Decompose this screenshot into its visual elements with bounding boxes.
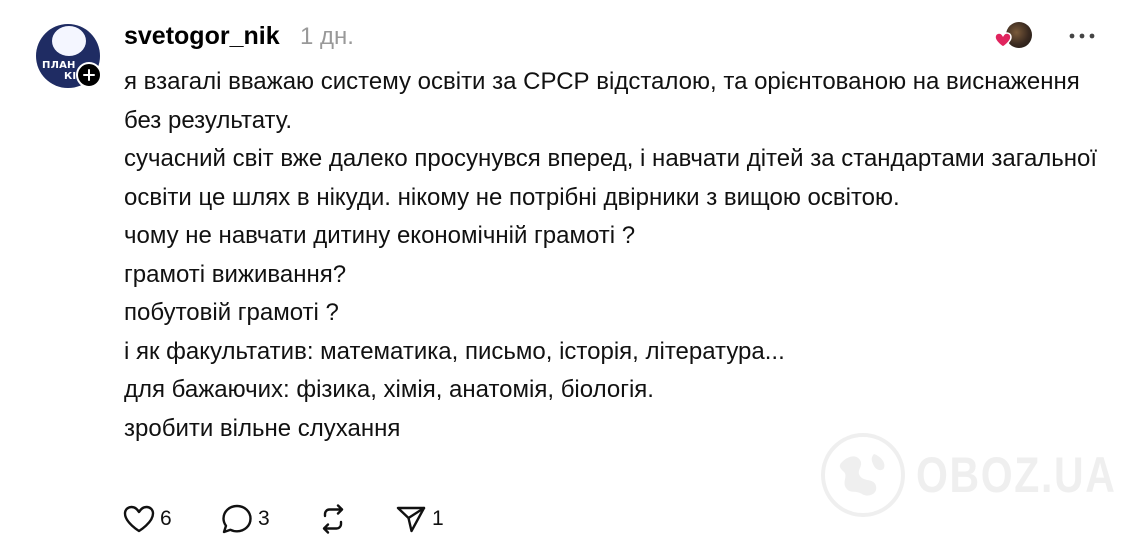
post-paragraph: грамоті виживання?	[124, 260, 347, 288]
heart-icon	[994, 32, 1012, 48]
post-timestamp[interactable]: 1 дн.	[300, 21, 354, 53]
avatar-moon-graphic	[52, 26, 86, 56]
more-horizontal-icon	[1069, 33, 1095, 39]
watermark: OBOZ.UA	[820, 432, 1134, 518]
heart-outline-icon	[123, 505, 155, 533]
liked-by-indicator[interactable]	[994, 22, 1036, 52]
like-button[interactable]: 6	[122, 502, 172, 536]
post-paragraph: побутовій грамоті ?	[124, 299, 339, 326]
post-paragraph: я взагалі вважаю систему освіти за СРСР …	[124, 68, 1080, 134]
reply-button[interactable]: 3	[220, 502, 270, 536]
post-paragraph: і як факультатив: математика, письмо, іс…	[124, 337, 785, 365]
share-count: 1	[432, 507, 444, 530]
share-button[interactable]: 1	[394, 502, 444, 536]
post-paragraph: для бажаючих: фізика, хімія, анатомія, б…	[124, 376, 654, 403]
post-paragraph: сучасний світ вже далеко просунувся впер…	[124, 145, 1098, 211]
comment-icon	[222, 504, 252, 534]
follow-button[interactable]	[76, 62, 102, 88]
post-body: я взагалі вважаю систему освіти за СРСР …	[124, 63, 1114, 448]
repost-icon	[322, 504, 344, 534]
reply-count: 3	[258, 507, 270, 530]
watermark-text: OBOZ.UA	[916, 447, 1117, 503]
post-paragraph: чому не навчати дитину економічній грамо…	[124, 222, 636, 249]
avatar-logo-lettering: ПЛАН КІ	[42, 60, 77, 82]
more-options-button[interactable]	[1066, 24, 1098, 48]
send-icon	[396, 506, 426, 533]
repost-button[interactable]	[316, 502, 354, 536]
plus-icon	[83, 69, 95, 81]
globe-logo-icon	[821, 433, 905, 517]
thread-post: ПЛАН КІ svetogor_nik 1 дн. я взагалі вва…	[0, 0, 1134, 550]
author-username[interactable]: svetogor_nik	[124, 20, 280, 52]
like-count: 6	[160, 507, 172, 530]
